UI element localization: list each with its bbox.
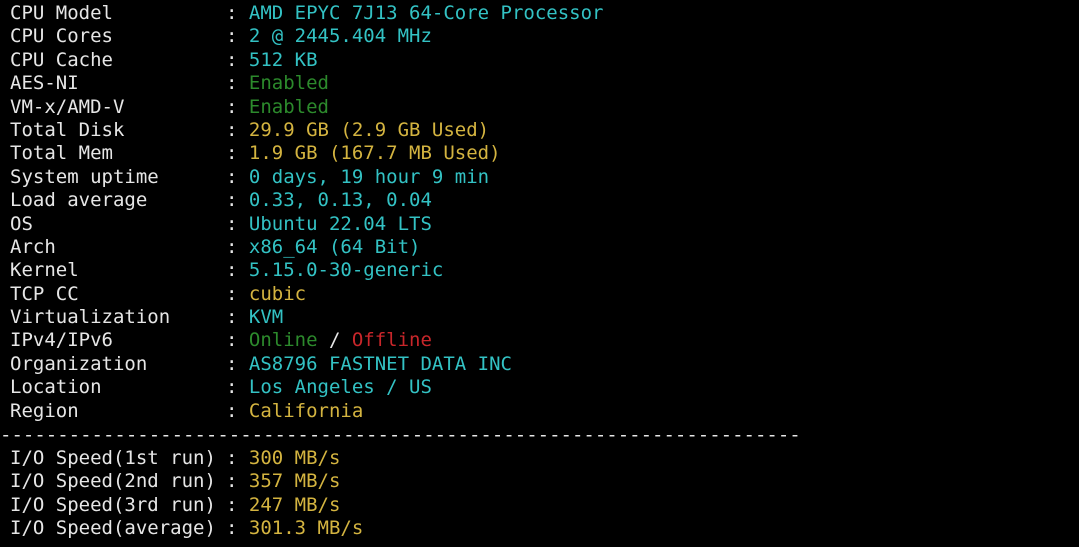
info-row-cpu-cache: CPU Cache: 512 KB: [10, 49, 1075, 72]
info-key: Virtualization: [10, 306, 171, 329]
info-row-kernel: Kernel: 5.15.0-30-generic: [10, 259, 1075, 282]
info-value: 512 KB: [248, 48, 318, 71]
io-key: I/O Speed(2nd run): [10, 470, 216, 493]
io-row-2nd-run: I/O Speed(2nd run): 357 MB/s: [10, 470, 363, 493]
info-key: IPv4/IPv6: [10, 329, 113, 352]
info-value: 0.33, 0.13, 0.04: [248, 189, 432, 212]
info-colon: :: [226, 235, 249, 258]
info-value: Los Angeles / US: [248, 376, 432, 399]
info-colon: :: [226, 282, 249, 305]
info-key: CPU Cache: [10, 48, 113, 71]
info-value: cubic: [248, 282, 307, 305]
info-colon: :: [226, 306, 249, 329]
io-colon: :: [226, 493, 249, 516]
info-colon: :: [226, 142, 249, 165]
info-colon: :: [226, 189, 249, 212]
info-value: AS8796 FASTNET DATA INC: [248, 352, 512, 375]
info-row-aes-ni: AES-NI: Enabled: [10, 72, 1075, 95]
io-value: 357 MB/s: [248, 470, 341, 493]
io-colon: :: [226, 517, 249, 540]
info-key: Region: [10, 399, 79, 422]
info-value: 2 @ 2445.404 MHz: [248, 25, 432, 48]
io-value: 301.3 MB/s: [248, 517, 364, 540]
info-value: Enabled: [248, 95, 329, 118]
ip-offline-status: Offline: [351, 329, 432, 352]
ip-online-status: Online: [248, 329, 318, 352]
info-key: Total Disk: [10, 118, 125, 141]
info-key: Organization: [10, 352, 148, 375]
info-row-virtualization: Virtualization: KVM: [10, 306, 1075, 329]
info-colon: :: [226, 118, 249, 141]
info-colon: :: [226, 165, 249, 188]
info-value: 5.15.0-30-generic: [248, 259, 444, 282]
io-row-average: I/O Speed(average): 301.3 MB/s: [10, 517, 363, 540]
info-colon: :: [226, 376, 249, 399]
info-colon: :: [226, 259, 249, 282]
info-row-cpu-cores: CPU Cores: 2 @ 2445.404 MHz: [10, 25, 1075, 48]
info-row-total-mem: Total Mem: 1.9 GB (167.7 MB Used): [10, 142, 1075, 165]
info-key: OS: [10, 212, 33, 235]
info-row-region: Region: California: [10, 400, 1075, 423]
io-colon: :: [226, 470, 249, 493]
io-value: 300 MB/s: [248, 447, 341, 469]
info-row-vm-x: VM-x/AMD-V: Enabled: [10, 96, 1075, 119]
info-value: 29.9 GB (2.9 GB Used): [248, 118, 490, 141]
info-colon: :: [226, 72, 249, 95]
info-colon: :: [226, 329, 249, 352]
info-value: California: [248, 399, 364, 422]
info-value: 0 days, 19 hour 9 min: [248, 165, 490, 188]
io-row-1st-run: I/O Speed(1st run): 300 MB/s: [10, 447, 363, 470]
separator-line: ----------------------------------------…: [0, 424, 800, 446]
io-key: I/O Speed(average): [10, 517, 216, 540]
info-colon: :: [226, 25, 249, 48]
info-value: 1.9 GB (167.7 MB Used): [248, 142, 501, 165]
info-key: System uptime: [10, 165, 159, 188]
info-row-location: Location: Los Angeles / US: [10, 376, 1075, 399]
io-colon: :: [226, 447, 249, 469]
io-row-3rd-run: I/O Speed(3rd run): 247 MB/s: [10, 494, 363, 517]
info-row-organization: Organization: AS8796 FASTNET DATA INC: [10, 353, 1075, 376]
info-value: Ubuntu 22.04 LTS: [248, 212, 432, 235]
info-colon: :: [226, 352, 249, 375]
info-value: Enabled: [248, 72, 329, 95]
info-colon: :: [226, 399, 249, 422]
terminal-output: CPU Model: AMD EPYC 7J13 64-Core Process…: [10, 2, 1075, 423]
info-colon: :: [226, 2, 249, 24]
info-colon: :: [226, 95, 249, 118]
info-row-uptime: System uptime: 0 days, 19 hour 9 min: [10, 166, 1075, 189]
info-key: TCP CC: [10, 282, 79, 305]
info-row-ipv4-ipv6: IPv4/IPv6: Online / Offline: [10, 329, 1075, 352]
info-value: KVM: [248, 306, 284, 329]
ip-slash: /: [317, 329, 352, 352]
info-key: AES-NI: [10, 72, 79, 95]
io-key: I/O Speed(1st run): [10, 447, 216, 469]
info-key: Load average: [10, 189, 148, 212]
info-colon: :: [226, 212, 249, 235]
info-row-cpu-model: CPU Model: AMD EPYC 7J13 64-Core Process…: [10, 2, 1075, 25]
io-speed-block: I/O Speed(1st run): 300 MB/s I/O Speed(2…: [10, 447, 363, 541]
info-value: x86_64 (64 Bit): [248, 235, 421, 258]
info-row-tcp-cc: TCP CC: cubic: [10, 283, 1075, 306]
info-row-arch: Arch: x86_64 (64 Bit): [10, 236, 1075, 259]
io-value: 247 MB/s: [248, 493, 341, 516]
info-key: CPU Model: [10, 2, 113, 24]
info-key: VM-x/AMD-V: [10, 95, 125, 118]
info-row-total-disk: Total Disk: 29.9 GB (2.9 GB Used): [10, 119, 1075, 142]
info-row-os: OS: Ubuntu 22.04 LTS: [10, 213, 1075, 236]
info-colon: :: [226, 48, 249, 71]
info-key: Total Mem: [10, 142, 113, 165]
info-value: AMD EPYC 7J13 64-Core Processor: [248, 2, 604, 24]
info-row-load-average: Load average: 0.33, 0.13, 0.04: [10, 189, 1075, 212]
info-key: Arch: [10, 235, 56, 258]
info-key: CPU Cores: [10, 25, 113, 48]
io-key: I/O Speed(3rd run): [10, 493, 216, 516]
info-key: Kernel: [10, 259, 79, 282]
info-key: Location: [10, 376, 102, 399]
